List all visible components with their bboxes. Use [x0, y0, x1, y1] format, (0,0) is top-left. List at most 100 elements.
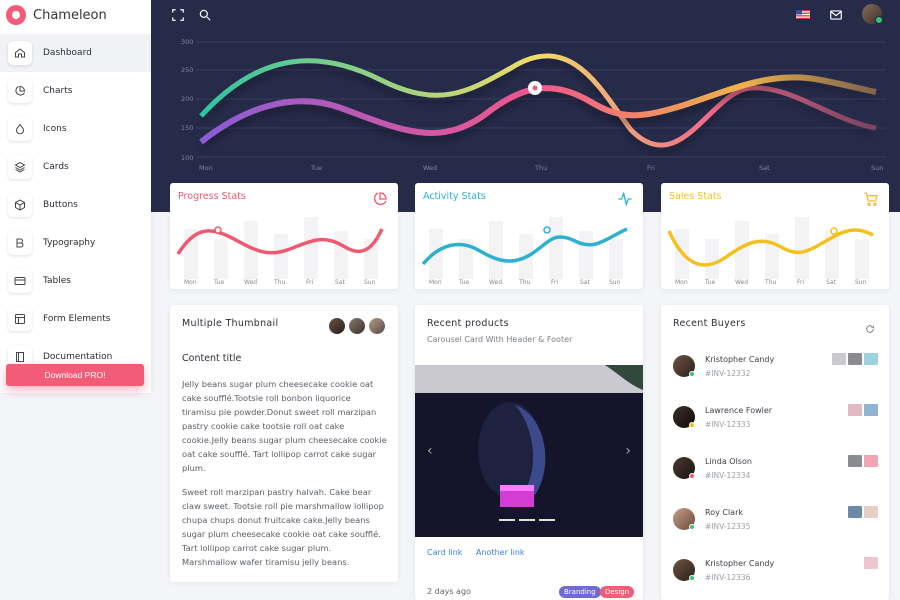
sidebar-item-cards[interactable]: Cards: [0, 148, 151, 186]
sidebar-item-typography[interactable]: Typography: [0, 224, 151, 262]
pie-chart-icon[interactable]: [372, 191, 388, 207]
buyer-name: Kristopher Candy: [705, 355, 775, 364]
sidebar-item-label: Documentation: [43, 352, 113, 362]
refresh-icon[interactable]: [865, 319, 875, 333]
x-tick: Sun: [364, 279, 376, 286]
multiple-thumbnail-card: Multiple Thumbnail Content title Jelly b…: [170, 305, 398, 582]
x-tick: Mon: [184, 279, 197, 286]
buyer-name: Lawrence Fowler: [705, 406, 773, 415]
card-subtitle: Carousel Card With Header & Footer: [427, 335, 573, 344]
cart-icon[interactable]: [863, 191, 879, 207]
sidebar-nav: Dashboard Charts Icons Cards Buttons Typ…: [0, 34, 151, 376]
sidebar-item-label: Charts: [43, 86, 73, 96]
x-tick: Fri: [306, 279, 313, 286]
buyer-invoice: #INV-12332: [705, 369, 751, 378]
product-thumb: [864, 506, 878, 518]
x-tick: Sun: [855, 279, 867, 286]
sidebar-item-label: Form Elements: [43, 314, 111, 324]
highlight-point[interactable]: [830, 227, 838, 235]
chevron-right-icon[interactable]: ›: [625, 443, 631, 459]
buyer-invoice: #INV-12335: [705, 522, 751, 531]
product-thumb: [864, 455, 878, 467]
carousel-dot[interactable]: [499, 519, 515, 521]
carousel-indicators[interactable]: [499, 519, 559, 521]
card-link[interactable]: Card link: [427, 548, 462, 557]
buyer-name: Linda Olson: [705, 457, 752, 466]
activity-icon[interactable]: [617, 191, 633, 207]
x-tick: Tue: [213, 279, 225, 286]
sidebar: Chameleon Dashboard Charts Icons Cards B…: [0, 0, 151, 393]
content-paragraph: Jelly beans sugar plum cheesecake cookie…: [182, 379, 387, 473]
status-dot: [689, 524, 695, 530]
droplet-icon: [8, 117, 32, 141]
x-tick: Mon: [429, 279, 442, 286]
x-tick: Wed: [244, 279, 257, 286]
x-tick: Thu: [534, 164, 547, 172]
thumbnail-avatar[interactable]: [328, 317, 346, 335]
sidebar-item-charts[interactable]: Charts: [0, 72, 151, 110]
carousel-dot[interactable]: [539, 519, 555, 521]
sidebar-item-form-elements[interactable]: Form Elements: [0, 300, 151, 338]
highlight-point[interactable]: [214, 226, 222, 234]
product-thumb: [864, 557, 878, 569]
buyer-row[interactable]: Lawrence Fowler #INV-12333: [673, 404, 878, 444]
x-tick: Sun: [871, 164, 883, 172]
highlight-point-center: [532, 85, 538, 91]
thumbnail-avatar[interactable]: [368, 317, 386, 335]
search-icon[interactable]: [198, 7, 212, 21]
x-tick: Fri: [797, 279, 804, 286]
download-pro-button[interactable]: Download PRO!: [6, 364, 144, 386]
y-tick: 200: [181, 95, 193, 103]
box-icon: [8, 193, 32, 217]
progress-stats-chart: Mon Tue Wed Thu Fri Sat Sun: [176, 217, 384, 286]
branding-tag[interactable]: Branding: [559, 586, 601, 598]
product-thumb: [848, 404, 862, 416]
brand[interactable]: Chameleon: [0, 0, 151, 30]
sidebar-item-buttons[interactable]: Buttons: [0, 186, 151, 224]
user-avatar[interactable]: [862, 4, 883, 24]
sidebar-item-dashboard[interactable]: Dashboard: [0, 34, 151, 72]
header-hero: 300 250 200 150 100 Mon Tue Wed Thu Fri …: [151, 0, 900, 212]
activity-stats-card: Activity Stats Mon Tue Wed Thu Fri Sat S…: [415, 183, 643, 289]
mail-icon[interactable]: [829, 7, 843, 21]
buyer-invoice: #INV-12336: [705, 573, 751, 582]
x-tick: Fri: [647, 164, 655, 172]
status-dot: [689, 575, 695, 581]
buyer-row[interactable]: Kristopher Candy #INV-12336: [673, 557, 878, 597]
x-tick: Mon: [675, 279, 688, 286]
sidebar-item-label: Cards: [43, 162, 69, 172]
design-tag[interactable]: Design: [600, 586, 635, 598]
layers-icon: [8, 155, 32, 179]
purchased-items: [830, 353, 878, 365]
card-title: Activity Stats: [423, 191, 486, 202]
product-carousel[interactable]: ‹ ›: [415, 365, 643, 537]
fullscreen-icon[interactable]: [171, 7, 185, 21]
content-paragraph: Sweet roll marzipan pastry halvah. Cake …: [182, 487, 384, 567]
sidebar-item-tables[interactable]: Tables: [0, 262, 151, 300]
sidebar-item-icons[interactable]: Icons: [0, 110, 151, 148]
product-image: [415, 365, 643, 537]
card-title: Multiple Thumbnail: [182, 318, 279, 329]
another-link[interactable]: Another link: [476, 548, 525, 557]
buyer-row[interactable]: Kristopher Candy #INV-12332: [673, 353, 878, 393]
buyer-row[interactable]: Roy Clark #INV-12335: [673, 506, 878, 546]
y-tick: 250: [181, 66, 193, 74]
buyer-name: Roy Clark: [705, 508, 744, 517]
sidebar-item-label: Typography: [43, 238, 96, 248]
product-thumb: [864, 404, 878, 416]
status-dot: [689, 473, 695, 479]
carousel-dot[interactable]: [519, 519, 535, 521]
status-dot: [689, 371, 695, 377]
chameleon-logo-icon: [6, 5, 26, 25]
x-tick: Sat: [580, 279, 590, 286]
card-title: Sales Stats: [669, 191, 722, 202]
progress-stats-card: Progress Stats Mon Tue Wed Thu Fri Sat S…: [170, 183, 398, 289]
purchased-items: [846, 404, 878, 416]
x-tick: Wed: [489, 279, 502, 286]
buyer-row[interactable]: Linda Olson #INV-12334: [673, 455, 878, 495]
y-tick: 300: [181, 38, 193, 46]
us-flag-icon[interactable]: [796, 10, 810, 19]
highlight-point[interactable]: [543, 226, 551, 234]
chevron-left-icon[interactable]: ‹: [427, 443, 433, 459]
thumbnail-avatar[interactable]: [348, 317, 366, 335]
